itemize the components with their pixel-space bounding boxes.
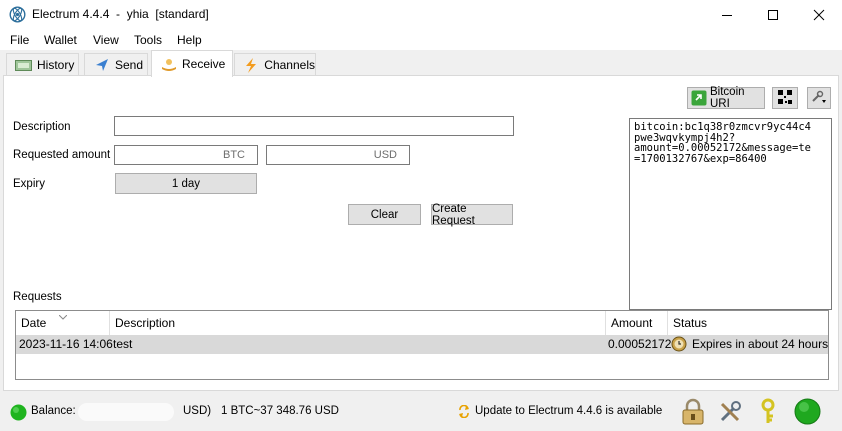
bitcoin-uri-label: Bitcoin URI [710,86,745,110]
row-description: test [113,337,133,351]
sort-indicator-icon [58,309,68,323]
menu-bar: File Wallet View Tools Help [0,30,842,50]
tab-channels-label: Channels [264,58,315,72]
bitcoin-uri-button[interactable]: Bitcoin URI [687,86,765,110]
status-bar: Balance: USD) 1 BTC~37 348.76 USD Update… [0,393,842,431]
lock-icon[interactable] [681,398,705,428]
maximize-button[interactable] [750,0,796,30]
clear-button[interactable]: Clear [348,204,421,225]
column-header-description[interactable]: Description [110,311,606,335]
menu-wallet[interactable]: Wallet [44,33,77,47]
tab-send[interactable]: Send [84,53,148,76]
seed-key-icon[interactable] [757,398,779,428]
column-amount-label: Amount [611,316,653,330]
tab-history[interactable]: History [6,53,79,76]
btc-amount-input[interactable]: BTC [114,145,258,165]
history-icon [15,58,32,72]
qr-code-button[interactable] [772,87,798,109]
wrench-dropdown-icon [811,90,827,107]
minimize-button[interactable] [704,0,750,30]
requests-table: Date Description Amount Status 2023-11-1… [15,310,829,380]
window-title: Electrum 4.4.4 - yhia [standard] [32,7,209,21]
column-description-label: Description [115,316,176,330]
column-status-label: Status [673,316,708,330]
title-bar: Electrum 4.4.4 - yhia [standard] [0,0,842,30]
electrum-logo-icon [9,6,26,23]
description-label: Description [13,121,71,133]
link-icon [691,90,707,106]
description-input[interactable] [114,116,514,136]
tab-channels[interactable]: Channels [234,53,316,76]
expiry-label: Expiry [13,178,45,190]
send-icon [93,58,110,72]
close-button[interactable] [796,0,842,30]
row-status: Expires in about 24 hours [692,337,829,351]
column-header-amount[interactable]: Amount [606,311,668,335]
menu-view[interactable]: View [93,33,119,47]
requested-amount-label: Requested amount [13,149,111,161]
usd-unit: USD [373,149,397,161]
exchange-rate: 1 BTC~37 348.76 USD [221,405,339,417]
menu-help[interactable]: Help [177,33,202,47]
tab-bar: History Send Receive Channels [0,50,842,77]
menu-tools[interactable]: Tools [134,33,162,47]
clock-icon [671,336,687,355]
expiry-select[interactable]: 1 day [115,173,257,194]
update-notification[interactable]: Update to Electrum 4.4.6 is available [475,405,662,417]
connection-status-icon[interactable] [794,398,821,428]
balance-redacted [78,403,174,421]
usd-amount-input[interactable]: USD [266,145,410,165]
balance-suffix: USD) [183,405,212,417]
close-icon [813,9,825,21]
qr-code-icon [778,89,792,107]
row-amount: 0.00052172 [608,337,672,351]
uri-text-box[interactable]: bitcoin:bc1q38r0zmcvr9yc44c4 pwe3wqvkymp… [629,118,832,310]
menu-file[interactable]: File [10,33,29,47]
uri-text: bitcoin:bc1q38r0zmcvr9yc44c4 pwe3wqvkymp… [634,121,812,165]
network-status-icon [10,404,27,424]
lightning-icon [243,57,259,73]
update-icon [458,404,470,421]
column-header-date[interactable]: Date [16,311,110,335]
tab-history-label: History [37,58,75,72]
receive-icon [160,57,177,71]
requests-label: Requests [13,291,62,303]
column-header-status[interactable]: Status [668,311,828,335]
tools-dropdown-button[interactable] [807,87,831,109]
receive-panel: Description Requested amount BTC USD Exp… [3,75,839,391]
preferences-tools-icon[interactable] [718,400,742,427]
tab-receive[interactable]: Receive [151,50,233,77]
tab-send-label: Send [115,58,144,72]
btc-unit: BTC [223,149,245,161]
column-date-label: Date [21,316,47,330]
row-date: 2023-11-16 14:06 [19,337,113,351]
tab-receive-label: Receive [182,57,226,71]
minimize-icon [722,15,732,16]
table-row[interactable]: 2023-11-16 14:06 test 0.00052172 Expires… [16,335,828,354]
maximize-icon [768,10,778,20]
balance-prefix: Balance: [31,405,76,417]
create-request-button[interactable]: Create Request [431,203,513,227]
